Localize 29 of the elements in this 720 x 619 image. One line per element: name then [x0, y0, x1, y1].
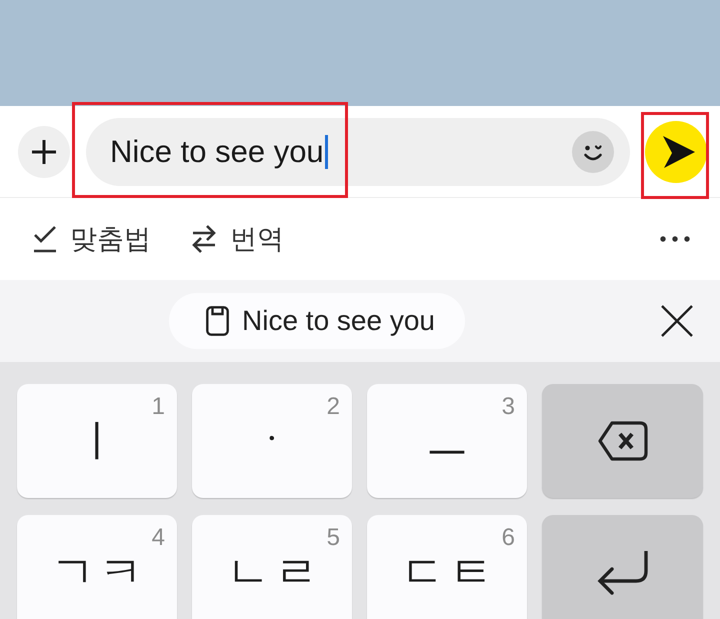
key-number-hint: 3	[502, 393, 515, 421]
enter-key[interactable]	[542, 515, 703, 619]
key-number-hint: 4	[152, 524, 165, 552]
enter-icon	[596, 549, 650, 595]
translate-button[interactable]: 번역	[191, 221, 284, 257]
add-button[interactable]	[18, 126, 70, 178]
keyboard-key[interactable]: ㄱㅋ 4	[17, 515, 177, 619]
keyboard-key[interactable]: ㅣ 1	[17, 384, 177, 498]
keyboard-key[interactable]: ㅡ 3	[367, 384, 527, 498]
smiley-icon[interactable]	[572, 130, 614, 172]
keyboard-key[interactable]: ㄴㄹ 5	[192, 515, 352, 619]
plus-icon	[31, 138, 57, 164]
keyboard-key[interactable]: ㄷㅌ 6	[367, 515, 527, 619]
backspace-icon	[598, 421, 648, 461]
key-number-hint: 5	[326, 524, 340, 552]
clipboard-chip[interactable]: Nice to see you	[169, 293, 465, 349]
key-number-hint: 6	[502, 524, 515, 552]
keyboard-key[interactable]: ㆍ 2	[192, 384, 352, 498]
send-icon	[662, 136, 694, 168]
spellcheck-button[interactable]: 맞춤법	[33, 221, 151, 257]
check-icon	[33, 226, 57, 252]
swap-icon	[191, 225, 217, 253]
key-number-hint: 1	[152, 393, 165, 421]
clipboard-icon	[206, 306, 229, 336]
key-number-hint: 2	[326, 393, 340, 421]
close-icon[interactable]	[661, 305, 693, 337]
backspace-key[interactable]	[542, 384, 703, 498]
more-icon[interactable]	[660, 236, 690, 242]
message-field[interactable]: Nice to see you	[86, 118, 630, 186]
